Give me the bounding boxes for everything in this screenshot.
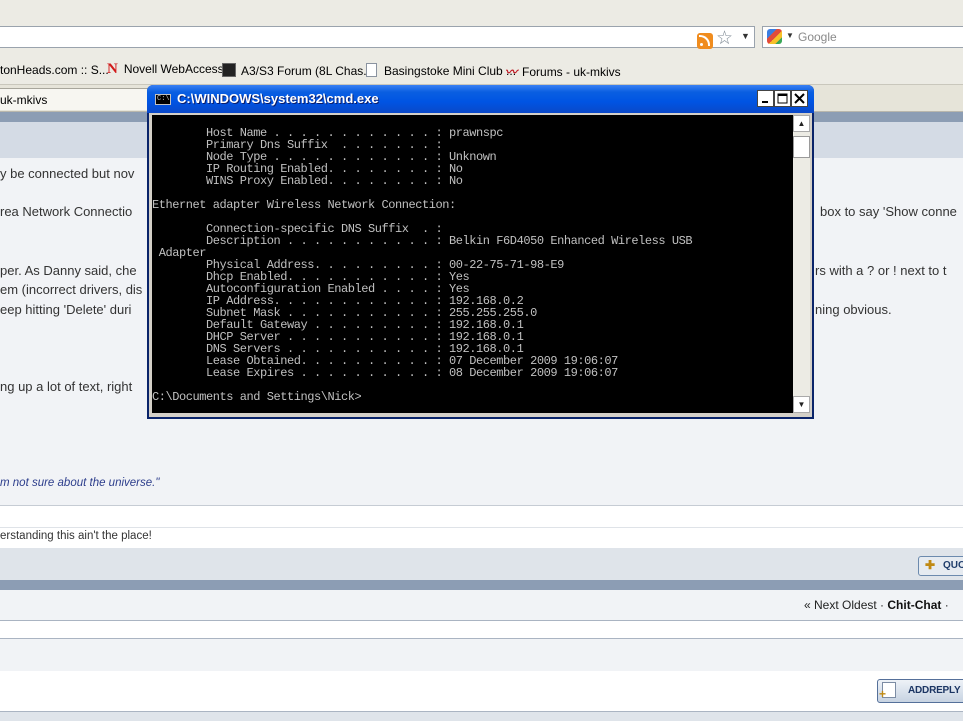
signature-text: erstanding this ain't the place! <box>0 530 152 542</box>
post-text-line: rs with a ? or ! next to t <box>815 263 947 278</box>
console-output[interactable]: Host Name . . . . . . . . . . . . : praw… <box>152 115 793 413</box>
minimize-icon <box>762 101 768 103</box>
bookmarks-toolbar: tonHeads.com :: S... N Novell WebAccess A… <box>0 56 963 85</box>
bookmark-star-icon[interactable]: ☆ <box>716 29 733 49</box>
bookmark-item-novell[interactable]: N Novell WebAccess <box>107 61 224 78</box>
post-text-line: eep hitting 'Delete' duri <box>0 302 132 317</box>
signature-divider <box>0 505 963 506</box>
scroll-up-button[interactable]: ▲ <box>793 115 810 132</box>
post-signature-quote: m not sure about the universe." <box>0 477 160 489</box>
bookmark-label: Novell WebAccess <box>123 62 224 76</box>
add-reply-label: ADDREPLY <box>908 685 961 696</box>
cmd-window-title: C:\WINDOWS\system32\cmd.exe <box>177 91 379 106</box>
quote-button[interactable]: ✚ QUO <box>918 556 963 576</box>
chit-chat-link[interactable]: Chit-Chat <box>887 598 941 612</box>
plus-icon: ✚ <box>925 558 936 572</box>
topic-navigation: « Next Oldest · Chit-Chat · <box>804 598 949 612</box>
rss-feed-icon[interactable] <box>697 33 713 49</box>
bookmark-label: Basingstoke Mini Club ... <box>384 64 517 78</box>
post-text-line: box to say 'Show conne <box>820 204 957 219</box>
vw-logo-icon: 〰 <box>505 65 518 79</box>
topic-navigation-bar: « Next Oldest · Chit-Chat · <box>0 590 963 621</box>
address-bar[interactable]: ☆ ▼ <box>0 26 755 49</box>
cmd-app-icon[interactable]: C:\ <box>155 94 171 105</box>
console-text: Host Name . . . . . . . . . . . . : praw… <box>152 126 693 404</box>
bookmark-label: A3/S3 Forum (8L Chas... <box>241 64 374 78</box>
add-reply-button[interactable]: ADDREPLY <box>877 679 963 703</box>
bookmark-label: tonHeads.com :: S... <box>0 63 109 77</box>
post-text-line: em (incorrect drivers, dis <box>0 282 143 297</box>
tab-label: uk-mkivs <box>0 93 48 107</box>
post-text-line: rea Network Connectio <box>0 204 133 219</box>
signature-line: erstanding this ain't the place! <box>0 527 963 549</box>
post-text-line: per. As Danny said, che <box>0 263 137 278</box>
post-text-line: y be connected but nov <box>0 166 135 181</box>
quote-button-label: QUO <box>943 560 963 571</box>
browser-navigation-bar: ☆ ▼ ▼ Google <box>0 22 963 56</box>
post-text-line: ng up a lot of text, right <box>0 379 133 394</box>
scrollbar-thumb[interactable] <box>793 136 810 158</box>
scroll-down-button[interactable]: ▼ <box>793 396 810 413</box>
add-reply-icon <box>879 682 896 701</box>
post-button-bar: ✚ QUO <box>0 548 963 580</box>
tab-uk-mkivs[interactable]: uk-mkivs <box>0 88 150 110</box>
close-button[interactable] <box>791 90 808 107</box>
search-box[interactable]: ▼ Google <box>762 26 963 48</box>
bookmark-item-basingstoke[interactable]: Basingstoke Mini Club ... <box>366 63 516 78</box>
google-search-engine-icon[interactable] <box>767 29 782 44</box>
page-icon <box>366 63 377 77</box>
bookmark-label: Forums - uk-mkivs <box>522 65 621 79</box>
browser-menu-strip <box>0 0 963 23</box>
post-text-line: ning obvious. <box>815 302 892 317</box>
forum-favicon-icon <box>222 63 236 77</box>
minimize-button[interactable] <box>757 90 774 107</box>
maximize-icon <box>777 93 788 104</box>
address-history-dropdown-icon[interactable]: ▼ <box>741 31 750 41</box>
bookmark-item-a3-forum[interactable]: A3/S3 Forum (8L Chas... <box>222 63 373 78</box>
cmd-title-bar[interactable]: C:\ C:\WINDOWS\system32\cmd.exe <box>147 85 814 113</box>
search-input[interactable]: Google <box>798 30 837 44</box>
topic-footer-bar <box>0 580 963 590</box>
next-oldest-link[interactable]: « Next Oldest · <box>804 598 887 612</box>
reply-bar: ADDREPLY <box>0 671 963 711</box>
novell-logo-icon: N <box>107 61 118 77</box>
bookmark-item-uk-mkivs[interactable]: 〰 Forums - uk-mkivs <box>505 63 621 80</box>
nav-separator: · <box>941 598 949 612</box>
close-icon <box>794 93 805 104</box>
bookmark-item-tonheads[interactable]: tonHeads.com :: S... <box>0 63 109 77</box>
search-engine-dropdown-icon[interactable]: ▼ <box>786 31 794 40</box>
console-scrollbar[interactable]: ▲ ▼ <box>793 115 810 413</box>
topic-options-bar <box>0 638 963 672</box>
maximize-button[interactable] <box>774 90 791 107</box>
